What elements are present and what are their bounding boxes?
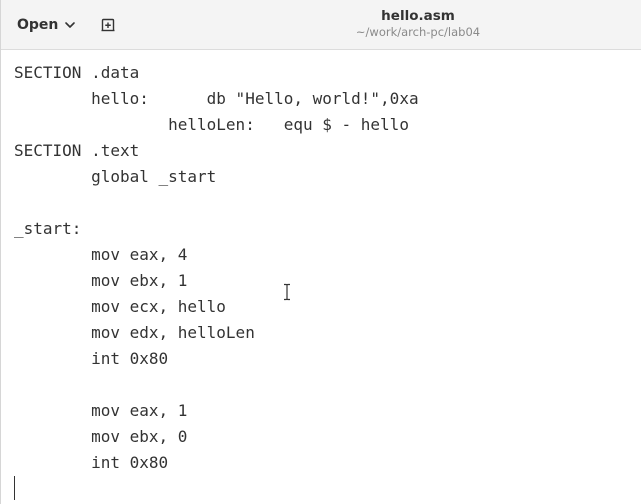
code-line: int 0x80 — [14, 453, 169, 472]
code-line: int 0x80 — [14, 349, 169, 368]
code-line: mov ebx, 0 — [14, 427, 188, 446]
document-path: ~/work/arch-pc/lab04 — [355, 25, 481, 39]
new-tab-icon — [101, 18, 115, 32]
open-button[interactable]: Open — [7, 10, 86, 40]
code-line: hello: db "Hello, world!",0xa — [14, 89, 419, 108]
document-title: hello.asm — [381, 8, 455, 24]
gedit-window: Open hello.asm ~/work/arch-pc/lab04 SECT… — [0, 0, 641, 504]
open-button-label: Open — [17, 17, 59, 33]
new-tab-button[interactable] — [93, 10, 123, 40]
code-line: SECTION .text — [14, 141, 140, 160]
code-line: mov ebx, 1 — [14, 271, 188, 290]
code-line: mov edx, helloLen — [14, 323, 255, 342]
text-ibeam-cursor-icon — [284, 283, 290, 301]
code-line: _start: — [14, 219, 82, 238]
code-line: mov eax, 4 — [14, 245, 188, 264]
code-line: helloLen: equ $ - hello — [14, 115, 409, 134]
chevron-down-icon — [65, 22, 76, 28]
text-caret — [14, 476, 15, 500]
window-title-block: hello.asm ~/work/arch-pc/lab04 — [301, 8, 535, 40]
code-line: global _start — [14, 167, 217, 186]
code-line: SECTION .data — [14, 63, 140, 82]
code-view[interactable]: SECTION .data hello: db "Hello, world!",… — [14, 60, 419, 476]
code-line: mov ecx, hello — [14, 297, 226, 316]
code-line: mov eax, 1 — [14, 401, 188, 420]
text-editor-area[interactable]: SECTION .data hello: db "Hello, world!",… — [1, 50, 641, 504]
header-bar: Open hello.asm ~/work/arch-pc/lab04 — [1, 0, 641, 50]
